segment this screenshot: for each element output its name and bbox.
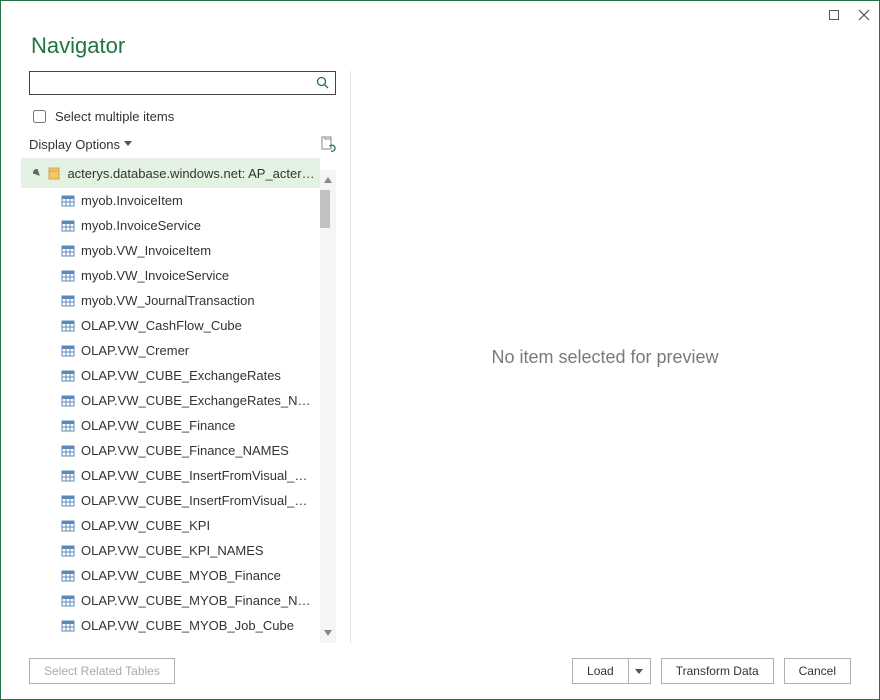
- tree-item-label: myob.VW_InvoiceService: [81, 268, 229, 283]
- tree-item[interactable]: OLAP.VW_CUBE_MYOB_Job_Cube: [21, 613, 320, 638]
- tree-item[interactable]: OLAP.VW_CUBE_KPI_NAMES: [21, 538, 320, 563]
- tree-item[interactable]: OLAP.VW_CUBE_ExchangeRates_NAMES: [21, 388, 320, 413]
- search-wrap: [29, 71, 336, 95]
- refresh-icon: [320, 136, 336, 152]
- titlebar: [1, 1, 879, 29]
- scroll-thumb[interactable]: [320, 190, 330, 228]
- tree-item-label: OLAP.VW_CashFlow_Cube: [81, 318, 242, 333]
- table-icon: [61, 444, 75, 458]
- tree-item[interactable]: OLAP.VW_CUBE_InsertFromVisual_Cube_...: [21, 488, 320, 513]
- scroll-up-icon[interactable]: [320, 170, 336, 190]
- collapse-icon: [33, 169, 41, 178]
- table-icon: [61, 519, 75, 533]
- tree: acterys.database.windows.net: AP_acterys…: [21, 158, 320, 643]
- tree-item[interactable]: myob.InvoiceService: [21, 213, 320, 238]
- tree-item[interactable]: myob.InvoiceItem: [21, 188, 320, 213]
- maximize-button[interactable]: [827, 8, 841, 22]
- table-icon: [61, 494, 75, 508]
- table-icon: [61, 544, 75, 558]
- tree-root-label: acterys.database.windows.net: AP_acterys…: [67, 166, 316, 181]
- display-options-dropdown[interactable]: Display Options: [29, 137, 132, 152]
- display-options-label: Display Options: [29, 137, 120, 152]
- scrollbar[interactable]: [320, 170, 336, 643]
- scroll-down-icon[interactable]: [320, 623, 336, 643]
- tree-item-label: myob.InvoiceService: [81, 218, 201, 233]
- tree-item-label: OLAP.VW_CUBE_Finance_NAMES: [81, 443, 289, 458]
- tree-item[interactable]: myob.VW_JournalTransaction: [21, 288, 320, 313]
- tree-item-label: OLAP.VW_CUBE_MYOB_Finance: [81, 568, 281, 583]
- tree-item[interactable]: myob.VW_InvoiceItem: [21, 238, 320, 263]
- table-icon: [61, 369, 75, 383]
- tree-item[interactable]: OLAP.VW_CUBE_MYOB_Finance: [21, 563, 320, 588]
- load-button[interactable]: Load: [572, 658, 629, 684]
- scroll-track[interactable]: [320, 190, 336, 623]
- table-icon: [61, 269, 75, 283]
- dialog-title: Navigator: [31, 33, 849, 59]
- close-button[interactable]: [857, 8, 871, 22]
- preview-message: No item selected for preview: [491, 347, 718, 368]
- table-icon: [61, 219, 75, 233]
- refresh-button[interactable]: [320, 136, 336, 152]
- load-split-button: Load: [572, 658, 651, 684]
- tree-item-label: OLAP.VW_CUBE_KPI: [81, 518, 210, 533]
- tree-item-label: OLAP.VW_CUBE_InsertFromVisual_Cube: [81, 468, 316, 483]
- tree-item-label: OLAP.VW_CUBE_InsertFromVisual_Cube_...: [81, 493, 316, 508]
- tree-item-label: OLAP.VW_CUBE_KPI_NAMES: [81, 543, 264, 558]
- tree-item[interactable]: myob.VW_InvoiceService: [21, 263, 320, 288]
- chevron-down-icon: [635, 669, 643, 674]
- table-icon: [61, 469, 75, 483]
- table-icon: [61, 319, 75, 333]
- tree-item-label: OLAP.VW_CUBE_ExchangeRates: [81, 368, 281, 383]
- transform-data-button[interactable]: Transform Data: [661, 658, 774, 684]
- cancel-button[interactable]: Cancel: [784, 658, 851, 684]
- tree-item[interactable]: OLAP.VW_CUBE_KPI: [21, 513, 320, 538]
- tree-item-label: OLAP.VW_CUBE_MYOB_Finance_NAMES: [81, 593, 316, 608]
- dialog-header: Navigator: [1, 29, 879, 71]
- tree-item-label: OLAP.VW_Cremer: [81, 343, 189, 358]
- select-related-tables-button[interactable]: Select Related Tables: [29, 658, 175, 684]
- select-multiple-row[interactable]: Select multiple items: [29, 107, 336, 126]
- tree-item[interactable]: OLAP.VW_Cremer: [21, 338, 320, 363]
- select-multiple-label: Select multiple items: [55, 109, 174, 124]
- table-icon: [61, 569, 75, 583]
- table-icon: [61, 194, 75, 208]
- preview-pane: No item selected for preview: [351, 71, 859, 643]
- tree-item[interactable]: OLAP.VW_CUBE_Finance_NAMES: [21, 438, 320, 463]
- select-multiple-checkbox[interactable]: [33, 110, 46, 123]
- options-row: Display Options: [29, 136, 336, 152]
- footer-right: Load Transform Data Cancel: [572, 658, 851, 684]
- tree-item[interactable]: OLAP.VW_CUBE_MYOB_Finance_NAMES: [21, 588, 320, 613]
- nav-pane: Select multiple items Display Options: [21, 71, 351, 643]
- table-icon: [61, 244, 75, 258]
- tree-item-label: OLAP.VW_CUBE_Finance: [81, 418, 235, 433]
- navigator-dialog: Navigator Select multiple items Display …: [0, 0, 880, 700]
- database-icon: [47, 166, 61, 180]
- tree-item-label: myob.InvoiceItem: [81, 193, 183, 208]
- table-icon: [61, 344, 75, 358]
- chevron-down-icon: [124, 141, 132, 147]
- table-icon: [61, 619, 75, 633]
- tree-item[interactable]: OLAP.VW_CUBE_InsertFromVisual_Cube: [21, 463, 320, 488]
- close-icon: [858, 9, 870, 21]
- load-dropdown-button[interactable]: [629, 658, 651, 684]
- tree-item[interactable]: OLAP.VW_CUBE_Finance: [21, 413, 320, 438]
- tree-item-label: OLAP.VW_CUBE_MYOB_Job_Cube: [81, 618, 294, 633]
- tree-item-label: OLAP.VW_CUBE_ExchangeRates_NAMES: [81, 393, 316, 408]
- dialog-footer: Select Related Tables Load Transform Dat…: [1, 643, 879, 699]
- tree-item-label: myob.VW_InvoiceItem: [81, 243, 211, 258]
- search-input[interactable]: [29, 71, 336, 95]
- table-icon: [61, 594, 75, 608]
- table-icon: [61, 419, 75, 433]
- tree-root-node[interactable]: acterys.database.windows.net: AP_acterys…: [21, 158, 320, 188]
- dialog-body: Select multiple items Display Options: [1, 71, 879, 643]
- tree-item[interactable]: OLAP.VW_CashFlow_Cube: [21, 313, 320, 338]
- table-icon: [61, 294, 75, 308]
- tree-item[interactable]: OLAP.VW_CUBE_ExchangeRates: [21, 363, 320, 388]
- table-icon: [61, 394, 75, 408]
- square-icon: [829, 10, 839, 20]
- tree-wrap: acterys.database.windows.net: AP_acterys…: [21, 158, 336, 643]
- tree-item-label: myob.VW_JournalTransaction: [81, 293, 255, 308]
